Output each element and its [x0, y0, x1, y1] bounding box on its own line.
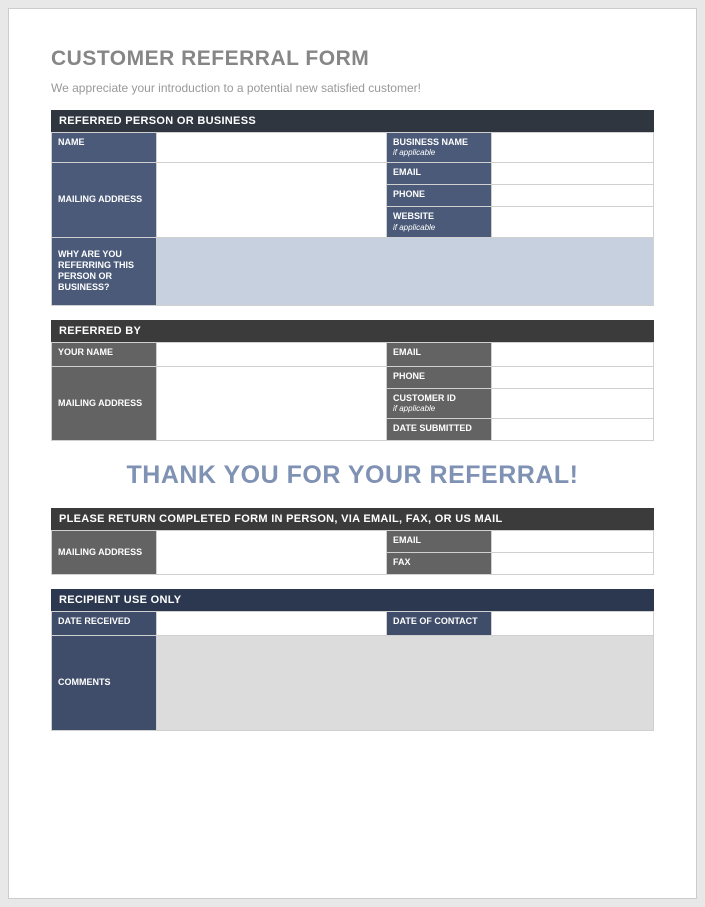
label-your-name: YOUR NAME [52, 342, 157, 366]
label-return-mailing: MAILING ADDRESS [52, 530, 157, 574]
label-business-name-note: if applicable [393, 148, 485, 158]
label-website-note: if applicable [393, 223, 485, 233]
input-phone[interactable] [492, 185, 654, 207]
input-name[interactable] [157, 133, 387, 163]
thank-you-message: THANK YOU FOR YOUR REFERRAL! [51, 461, 654, 490]
label-date-received: DATE RECEIVED [52, 611, 157, 635]
input-referrer-email[interactable] [492, 342, 654, 366]
label-customer-id: CUSTOMER ID if applicable [387, 388, 492, 418]
input-referrer-phone[interactable] [492, 366, 654, 388]
label-customer-id-text: CUSTOMER ID [393, 393, 456, 403]
input-mailing-address[interactable] [157, 163, 387, 237]
label-referrer-mailing: MAILING ADDRESS [52, 366, 157, 440]
label-date-submitted: DATE SUBMITTED [387, 418, 492, 440]
recipient-table: DATE RECEIVED DATE OF CONTACT COMMENTS [51, 611, 654, 731]
page-title: CUSTOMER REFERRAL FORM [51, 47, 654, 71]
section-header-recipient: RECIPIENT USE ONLY [51, 589, 654, 611]
input-your-name[interactable] [157, 342, 387, 366]
label-referrer-phone: PHONE [387, 366, 492, 388]
input-return-mailing[interactable] [157, 530, 387, 574]
label-phone: PHONE [387, 185, 492, 207]
label-return-fax: FAX [387, 552, 492, 574]
label-business-name: BUSINESS NAME if applicable [387, 133, 492, 163]
label-why-referring: WHY ARE YOU REFERRING THIS PERSON OR BUS… [52, 237, 157, 305]
input-why-referring[interactable] [157, 237, 654, 305]
section-header-referred-by: REFERRED BY [51, 320, 654, 342]
input-email[interactable] [492, 163, 654, 185]
input-date-submitted[interactable] [492, 418, 654, 440]
label-return-email: EMAIL [387, 530, 492, 552]
input-date-contact[interactable] [492, 611, 654, 635]
section-header-referred-person: REFERRED PERSON OR BUSINESS [51, 110, 654, 132]
label-website: WEBSITE if applicable [387, 207, 492, 237]
input-referrer-mailing[interactable] [157, 366, 387, 440]
referred-by-table: YOUR NAME EMAIL MAILING ADDRESS PHONE CU… [51, 342, 654, 441]
input-return-fax[interactable] [492, 552, 654, 574]
input-comments[interactable] [157, 635, 654, 730]
label-email: EMAIL [387, 163, 492, 185]
input-business-name[interactable] [492, 133, 654, 163]
section-header-return: PLEASE RETURN COMPLETED FORM IN PERSON, … [51, 508, 654, 530]
label-name: NAME [52, 133, 157, 163]
input-customer-id[interactable] [492, 388, 654, 418]
label-customer-id-note: if applicable [393, 404, 485, 414]
label-referrer-email: EMAIL [387, 342, 492, 366]
input-date-received[interactable] [157, 611, 387, 635]
return-table: MAILING ADDRESS EMAIL FAX [51, 530, 654, 575]
input-return-email[interactable] [492, 530, 654, 552]
label-mailing-address: MAILING ADDRESS [52, 163, 157, 237]
page-subtitle: We appreciate your introduction to a pot… [51, 81, 654, 95]
label-comments: COMMENTS [52, 635, 157, 730]
label-date-contact: DATE OF CONTACT [387, 611, 492, 635]
label-website-text: WEBSITE [393, 211, 434, 221]
input-website[interactable] [492, 207, 654, 237]
form-page: CUSTOMER REFERRAL FORM We appreciate you… [8, 8, 697, 899]
referred-person-table: NAME BUSINESS NAME if applicable MAILING… [51, 132, 654, 306]
label-business-name-text: BUSINESS NAME [393, 137, 468, 147]
